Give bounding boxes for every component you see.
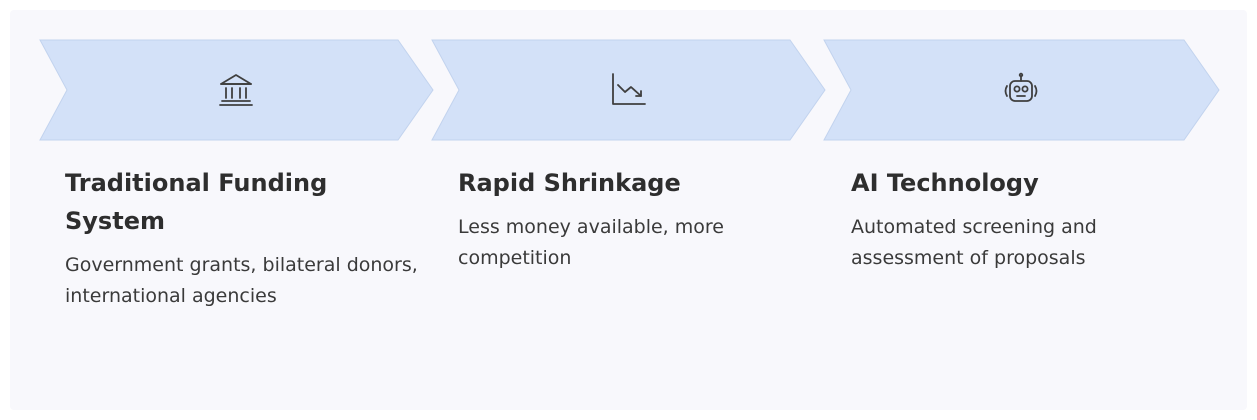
robot-icon	[1004, 72, 1038, 102]
step-title: Rapid Shrinkage	[458, 169, 681, 197]
step-description: Government grants, bilateral donors, int…	[65, 254, 418, 307]
step-description: Automated screening and assessment of pr…	[851, 216, 1097, 269]
bank-icon	[219, 74, 253, 106]
chart-down-icon	[612, 73, 646, 105]
step-1-text: Traditional Funding System Government gr…	[65, 164, 425, 312]
step-2-text: Rapid Shrinkage Less money available, mo…	[458, 164, 818, 274]
step-description: Less money available, more competition	[458, 216, 724, 269]
step-title: Traditional Funding System	[65, 169, 328, 235]
step-3-text: AI Technology Automated screening and as…	[851, 164, 1211, 274]
step-title: AI Technology	[851, 169, 1039, 197]
